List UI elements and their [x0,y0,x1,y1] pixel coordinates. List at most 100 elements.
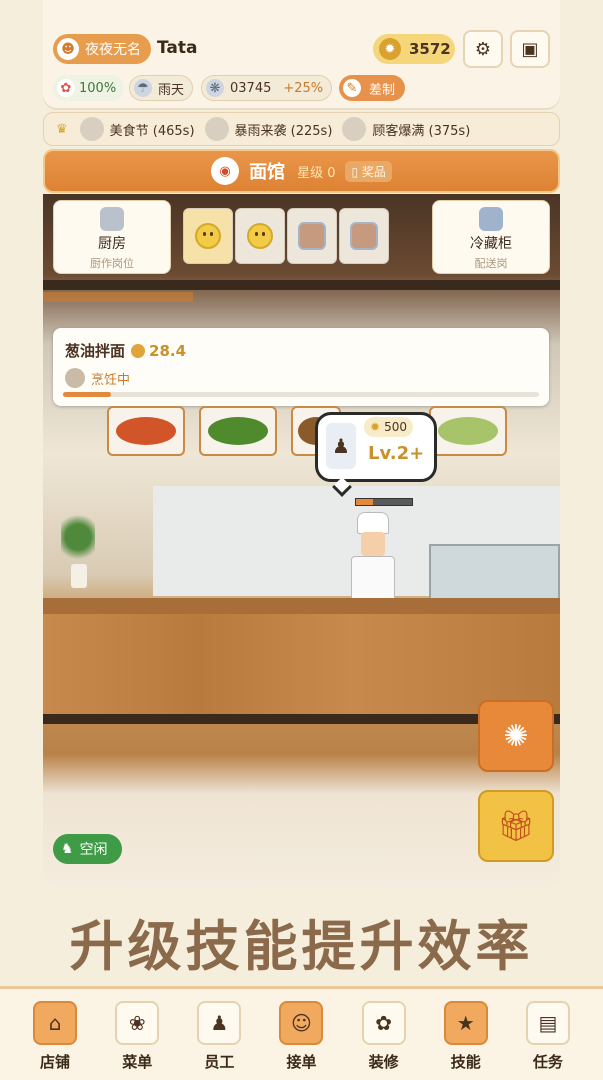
upgrade-cost-value: 500 [384,420,407,434]
coin-value: 3572 [409,40,451,58]
player-name: Tata [157,38,198,58]
spin-wheel-button[interactable]: ✺ [478,700,554,772]
order-status-label: 烹饪中 [91,372,131,388]
nav-decor[interactable]: ✿ 装修 [349,1001,419,1080]
title-badge[interactable]: ☻ 夜夜无名 [53,34,151,64]
order-title: 葱油拌面 28.4 [65,340,186,361]
task-icon: ▤ [525,1001,570,1045]
event-item[interactable]: 顾客爆满 (375s) [342,117,470,141]
kitchen-icon [100,207,124,231]
gem-icon: ❋ [206,79,224,97]
top-header: ☻ 夜夜无名 Tata ✹ 3572 ⚙ ▣ ✿ 100% ☂ 雨天 ❋ 037… [43,0,560,108]
stir-fry-icon [438,417,498,445]
chef-work-bar [355,498,413,506]
gem-value: 03745 [230,80,272,96]
skill-icon: ★ [443,1001,488,1045]
dish-slot[interactable] [339,208,389,264]
inventory-button[interactable]: ▣ [510,30,550,68]
chef-avatar-icon: ☻ [57,38,79,60]
staff-icon: ♟ [197,1001,242,1045]
gift-icon: 🎁︎ [496,808,536,844]
nav-label: 技能 [450,1053,481,1071]
nav-staff[interactable]: ♟ 员工 [184,1001,254,1080]
heart-icon: ✿ [57,79,75,97]
slogan: 升级技能提升效率 [69,914,534,978]
dish-display [199,406,277,456]
noodle-dish-icon [350,222,378,250]
kitchen-station[interactable]: 厨房 厨作岗位 [53,200,171,274]
gear-icon: ⚙ [474,38,492,60]
dish-display [107,406,185,456]
coin-icon: ✹ [370,420,381,434]
dish-display [429,406,507,456]
events-strip: ♛ 美食节 (465s) 暴雨来袭 (225s) 顾客爆满 (375s) [43,112,560,146]
sweet-sour-pork-icon [116,417,176,445]
star-level: 星级 0 [297,165,336,181]
settings-button[interactable]: ⚙ [463,30,503,68]
dish-slot[interactable] [287,208,337,264]
satisfaction-value: 100% [79,80,117,96]
weather-icon: ☂ [134,79,152,97]
bottom-nav: ⌂ 店铺 ❀ 菜单 ♟ 员工 ☺ 接单 ✿ 装修 ★ 技能 ▤ 任务 [0,986,603,1080]
event-label: 美食节 (465s) [109,123,195,139]
review-button[interactable]: ✎ 差制 [339,75,406,101]
gem-bonus: +25% [283,80,324,96]
customer-slot[interactable] [235,208,285,264]
gem-pill: ❋ 03745 +25% [201,75,333,101]
upgrade-bubble[interactable]: ♟ ✹ 500 Lv.2+ [315,412,437,482]
shop-bar[interactable]: ◉ 面馆 星级 0 ▯ 奖品 [43,149,560,193]
fridge-label: 冷藏柜 [470,236,512,252]
kitchen-sub: 厨作岗位 [90,257,134,270]
green-beans-icon [208,417,268,445]
nav-label: 店铺 [40,1053,71,1071]
fridge-icon [479,207,503,231]
staff-icon: ♞ [61,841,74,857]
nav-menu[interactable]: ❀ 菜单 [102,1001,172,1080]
order-icon: ☺ [279,1001,324,1045]
counter-top [43,598,560,614]
decor-icon: ✿ [361,1001,406,1045]
display-fridge [429,544,560,600]
nav-label: 菜单 [122,1053,153,1071]
kitchen-label: 厨房 [98,236,126,252]
weather-label: 雨天 [158,82,185,98]
upgrade-cost: ✹ 500 [364,417,413,437]
nav-orders[interactable]: ☺ 接单 [266,1001,336,1080]
customer-slot[interactable] [183,208,233,264]
chef-avatar-icon [65,368,85,388]
award-button[interactable]: ▯ 奖品 [345,160,392,182]
rainstorm-icon [204,117,229,141]
ceiling-beam [43,280,560,290]
happy-face-icon [195,223,221,249]
noodle-shop-icon: ◉ [211,157,240,185]
shop-name: 面馆 [249,162,286,183]
nav-tasks[interactable]: ▤ 任务 [513,1001,583,1080]
potted-plant-icon [53,510,103,590]
book-icon: ▣ [521,38,539,60]
event-item[interactable]: 暴雨来袭 (225s) [204,117,332,141]
gift-button[interactable]: 🎁︎ [478,790,554,862]
nav-store[interactable]: ⌂ 店铺 [20,1001,90,1080]
chef-character[interactable] [343,512,403,608]
cook-progress-track [63,392,539,397]
nav-skills[interactable]: ★ 技能 [431,1001,501,1080]
happy-face-icon [247,223,273,249]
food-festival-icon [79,117,104,141]
award-icon: ▯ [351,164,359,179]
weather-pill: ☂ 雨天 [129,75,194,101]
nav-label: 装修 [368,1053,399,1071]
order-status: 烹饪中 [65,368,130,388]
event-item[interactable]: 美食节 (465s) [79,117,195,141]
nav-label: 任务 [532,1053,563,1071]
restaurant-scene: 厨房 厨作岗位 冷藏柜 配送岗 葱油拌面 28.4 烹饪中 ♟ ✹ 500 Lv… [43,194,560,888]
chef-portrait-icon: ♟ [326,423,356,469]
fridge-sub: 配送岗 [474,257,508,270]
idle-status[interactable]: ♞ 空闲 [53,834,122,864]
noodle-dish-icon [298,222,326,250]
order-card[interactable]: 葱油拌面 28.4 烹饪中 [53,328,549,406]
dish-name: 葱油拌面 [65,342,126,360]
fridge-station[interactable]: 冷藏柜 配送岗 [432,200,550,274]
coin-icon: ✹ [379,38,401,60]
coin-counter[interactable]: ✹ 3572 [373,34,455,64]
crown-icon: ♛ [56,121,68,137]
